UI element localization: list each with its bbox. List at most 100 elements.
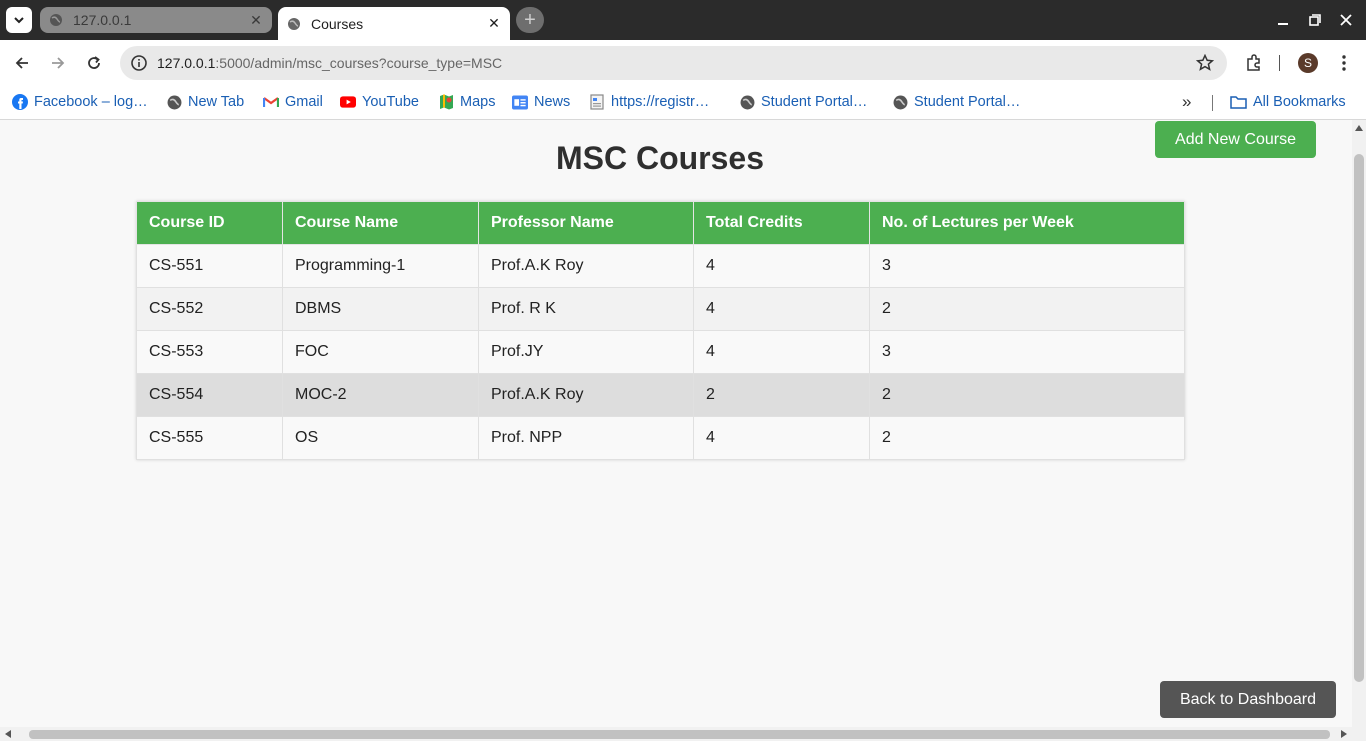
vertical-scrollbar[interactable]	[1352, 120, 1366, 727]
avatar: S	[1298, 53, 1318, 73]
cell-course-id: CS-554	[136, 373, 283, 417]
scroll-left-icon[interactable]	[5, 730, 11, 738]
restore-button[interactable]	[1305, 10, 1325, 30]
tab-courses[interactable]: Courses ✕	[278, 7, 510, 40]
star-icon[interactable]	[1196, 54, 1214, 72]
cell-total-credits: 4	[693, 244, 870, 288]
tab-search-button[interactable]	[6, 7, 32, 33]
cell-professor-name: Prof.A.K Roy	[478, 244, 694, 288]
facebook-icon	[12, 94, 28, 110]
browser-toolbar: 127.0.0.1:5000/admin/msc_courses?course_…	[0, 40, 1366, 86]
url-text[interactable]: 127.0.0.1:5000/admin/msc_courses?course_…	[157, 55, 502, 71]
forward-button[interactable]	[46, 51, 70, 75]
bookmark-label: YouTube	[362, 94, 419, 110]
extensions-button[interactable]	[1242, 51, 1266, 75]
back-to-dashboard-button[interactable]: Back to Dashboard	[1160, 681, 1336, 718]
cell-course-id: CS-551	[136, 244, 283, 288]
vertical-scroll-thumb[interactable]	[1354, 154, 1364, 682]
cell-course-name: OS	[282, 416, 479, 460]
bookmarks-divider	[1212, 95, 1213, 111]
page-content: Add New Course MSC Courses Course ID Cou…	[0, 120, 1352, 727]
maps-icon	[438, 94, 454, 110]
minimize-icon	[1278, 23, 1288, 25]
arrow-right-icon	[52, 57, 65, 69]
cell-professor-name: Prof.A.K Roy	[478, 373, 694, 417]
cell-total-credits: 4	[693, 287, 870, 331]
bookmark-label: Gmail	[285, 94, 323, 110]
all-bookmarks-button[interactable]: All Bookmarks	[1229, 91, 1346, 113]
address-bar[interactable]: 127.0.0.1:5000/admin/msc_courses?course_…	[120, 46, 1227, 80]
bookmark-student-portal-2[interactable]: Student Portal…	[892, 91, 1020, 113]
chevron-down-icon	[14, 17, 24, 24]
bookmark-student-portal-1[interactable]: Student Portal…	[739, 91, 867, 113]
scroll-up-icon[interactable]	[1355, 125, 1363, 131]
news-icon	[512, 94, 528, 110]
bookmark-label: New Tab	[188, 94, 245, 110]
close-icon[interactable]: ✕	[248, 12, 264, 28]
folder-icon	[1229, 94, 1247, 110]
bookmark-maps[interactable]: Maps	[438, 91, 495, 113]
bookmark-registration[interactable]: https://registr…	[589, 91, 709, 113]
cell-lectures-per-week: 3	[869, 244, 1185, 288]
horizontal-scrollbar[interactable]	[0, 727, 1366, 741]
column-header-course-id: Course ID	[136, 201, 283, 245]
cell-lectures-per-week: 2	[869, 287, 1185, 331]
cell-lectures-per-week: 2	[869, 373, 1185, 417]
cell-professor-name: Prof.JY	[478, 330, 694, 374]
cell-total-credits: 2	[693, 373, 870, 417]
back-button[interactable]	[10, 51, 34, 75]
table-row[interactable]: CS-555 OS Prof. NPP 4 2	[136, 416, 1185, 460]
tab-title: 127.0.0.1	[73, 12, 132, 28]
bookmark-label: Student Portal…	[761, 94, 868, 110]
cell-course-name: Programming-1	[282, 244, 479, 288]
bookmark-new-tab[interactable]: New Tab	[166, 91, 244, 113]
gmail-icon	[263, 94, 279, 110]
column-header-professor-name: Professor Name	[478, 201, 694, 245]
more-bookmarks-button[interactable]: »	[1182, 91, 1191, 113]
cell-professor-name: Prof. R K	[478, 287, 694, 331]
bookmark-label: All Bookmarks	[1253, 94, 1346, 110]
bookmark-label: Facebook – log…	[34, 94, 148, 110]
table-row[interactable]: CS-551 Programming-1 Prof.A.K Roy 4 3	[136, 244, 1185, 288]
reload-icon	[88, 56, 100, 69]
bookmark-gmail[interactable]: Gmail	[263, 91, 323, 113]
tab-title: Courses	[311, 15, 364, 32]
bookmark-facebook[interactable]: Facebook – log…	[12, 91, 148, 113]
column-header-course-name: Course Name	[282, 201, 479, 245]
tab-127-0-0-1[interactable]: 127.0.0.1 ✕	[40, 7, 272, 33]
bookmark-label: Maps	[460, 94, 496, 110]
toolbar-divider	[1279, 55, 1280, 71]
url-path: :5000/admin/msc_courses?course_type=MSC	[215, 55, 503, 71]
scroll-right-icon[interactable]	[1341, 730, 1347, 738]
cell-total-credits: 4	[693, 330, 870, 374]
globe-icon	[892, 94, 908, 110]
minimize-button[interactable]	[1273, 10, 1293, 30]
page-title: MSC Courses	[555, 140, 765, 176]
bookmark-news[interactable]: News	[512, 91, 570, 113]
bookmark-label: Student Portal…	[914, 94, 1021, 110]
kebab-menu-icon	[1342, 55, 1346, 71]
new-tab-button[interactable]: +	[516, 7, 544, 33]
close-icon[interactable]: ✕	[486, 15, 502, 32]
cell-course-name: MOC-2	[282, 373, 479, 417]
bookmark-youtube[interactable]: YouTube	[340, 91, 419, 113]
document-icon	[589, 94, 605, 110]
site-info-icon[interactable]	[130, 54, 148, 72]
profile-button[interactable]: S	[1296, 51, 1320, 75]
cell-course-name: DBMS	[282, 287, 479, 331]
youtube-icon	[340, 94, 356, 110]
url-host: 127.0.0.1	[157, 55, 216, 71]
cell-professor-name: Prof. NPP	[478, 416, 694, 460]
globe-icon	[739, 94, 755, 110]
reload-button[interactable]	[82, 51, 106, 75]
table-row[interactable]: CS-553 FOC Prof.JY 4 3	[136, 330, 1185, 374]
column-header-lectures-per-week: No. of Lectures per Week	[869, 201, 1185, 245]
menu-button[interactable]	[1332, 51, 1356, 75]
table-row[interactable]: CS-554 MOC-2 Prof.A.K Roy 2 2	[136, 373, 1185, 417]
horizontal-scroll-thumb[interactable]	[29, 730, 1330, 739]
cell-total-credits: 4	[693, 416, 870, 460]
table-row[interactable]: CS-552 DBMS Prof. R K 4 2	[136, 287, 1185, 331]
restore-icon	[1309, 14, 1321, 26]
close-window-button[interactable]	[1336, 10, 1356, 30]
cell-lectures-per-week: 2	[869, 416, 1185, 460]
